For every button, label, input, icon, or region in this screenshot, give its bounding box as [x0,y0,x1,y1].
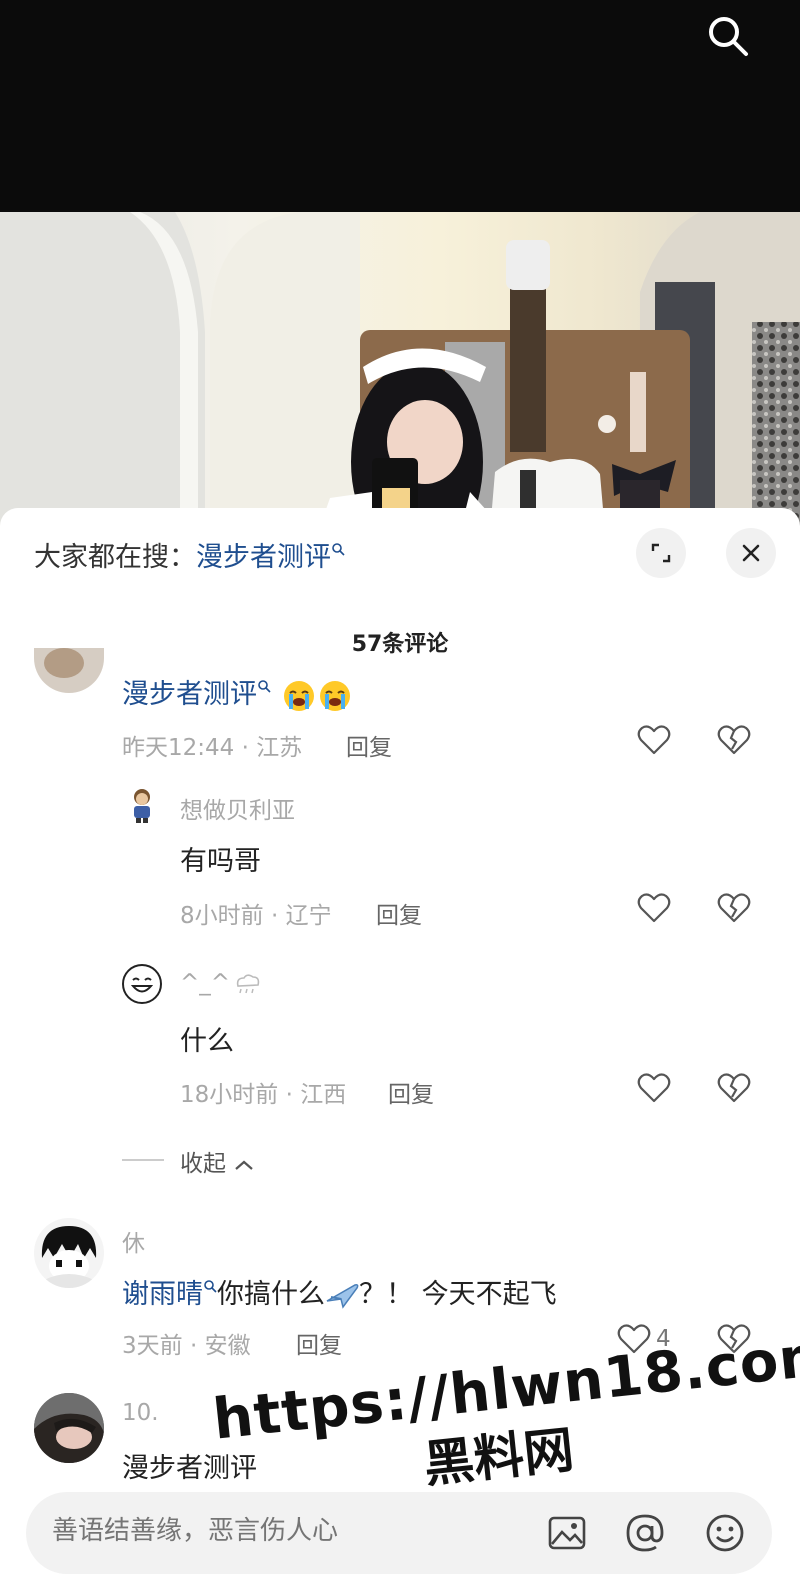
mini-search-icon [258,680,271,693]
reply-button[interactable]: 回复 [376,896,422,930]
comment-text-part: 你搞什么 [217,1279,325,1310]
cloud-icon [236,973,260,993]
comment-text-part: ？！ 今天不起飞 [359,1279,557,1310]
comment-text: 有吗哥 [180,846,261,877]
airplane-emoji-icon [326,1283,359,1309]
comment-keyword-link[interactable]: 谢雨晴 [122,1279,203,1310]
comment-username-text: ^_^ [180,970,231,996]
heart-icon[interactable] [636,890,672,926]
comment-keyword-link[interactable]: 漫步者测评 [122,679,257,710]
mini-search-icon [331,532,345,556]
hot-search-prefix: 大家都在搜： [34,542,196,573]
comment-meta: 3天前 · 安徽 [122,1333,251,1359]
collapse-replies-button[interactable]: 收起 [180,1144,255,1178]
collapse-divider [122,1159,164,1161]
comment-username[interactable]: 10. [122,1400,159,1426]
comment-meta: 18小时前 · 江西 [180,1082,347,1108]
broken-heart-icon[interactable] [716,890,752,926]
video-top-area [0,0,800,212]
comment-text: 漫步者测评 [122,1453,257,1484]
at-icon[interactable] [622,1510,668,1556]
chevron-up-icon [235,1160,254,1170]
heart-icon[interactable] [616,1321,652,1357]
comment-input-bar [26,1492,772,1574]
mini-search-icon [204,1280,217,1293]
heart-icon[interactable] [636,722,672,758]
video-frame-photo[interactable] [0,212,800,532]
reply-button[interactable]: 回复 [388,1075,434,1109]
comment-meta: 8小时前 · 辽宁 [180,903,332,929]
avatar[interactable] [122,964,162,1004]
like-count: 4 [656,1326,671,1352]
comment-text: 谢雨晴 你搞什么 ？！ 今天不起飞 [122,1272,557,1311]
smile-icon[interactable] [702,1510,748,1556]
comment-username[interactable]: 想做贝利亚 [180,791,295,825]
collapse-label: 收起 [180,1151,226,1177]
comment-meta: 昨天12:44 · 江苏 [122,735,303,761]
comment-username[interactable]: 休 [122,1224,145,1258]
crying-emoji-icon [319,680,350,711]
search-icon[interactable] [704,12,752,60]
avatar[interactable] [34,1393,104,1463]
broken-heart-icon[interactable] [716,1321,752,1357]
crying-emoji-icon [283,680,314,711]
avatar[interactable] [34,1218,104,1288]
comment-text: 漫步者测评 [122,672,352,713]
reply-button[interactable]: 回复 [296,1326,342,1360]
reply-button[interactable]: 回复 [346,728,392,762]
heart-icon[interactable] [636,1070,672,1106]
comments-count-title: 57条评论 [351,632,449,657]
comment-sheet: 大家都在搜：漫步者测评 57条评论 漫步者测评 昨天12:44 · 江苏 回复 … [0,508,800,1588]
comment-input[interactable] [52,1516,382,1546]
expand-button[interactable] [636,528,686,578]
comment-username[interactable]: ^_^ [180,970,262,996]
close-icon [742,544,760,562]
broken-heart-icon[interactable] [716,1070,752,1106]
image-icon[interactable] [544,1510,590,1556]
avatar[interactable] [34,648,104,693]
expand-icon [651,543,671,563]
hot-search-keyword[interactable]: 漫步者测评 [196,542,331,573]
broken-heart-icon[interactable] [716,722,752,758]
avatar[interactable] [122,784,162,824]
hot-search-bar[interactable]: 大家都在搜：漫步者测评 [34,532,345,574]
comment-text: 什么 [180,1026,234,1057]
close-button[interactable] [726,528,776,578]
